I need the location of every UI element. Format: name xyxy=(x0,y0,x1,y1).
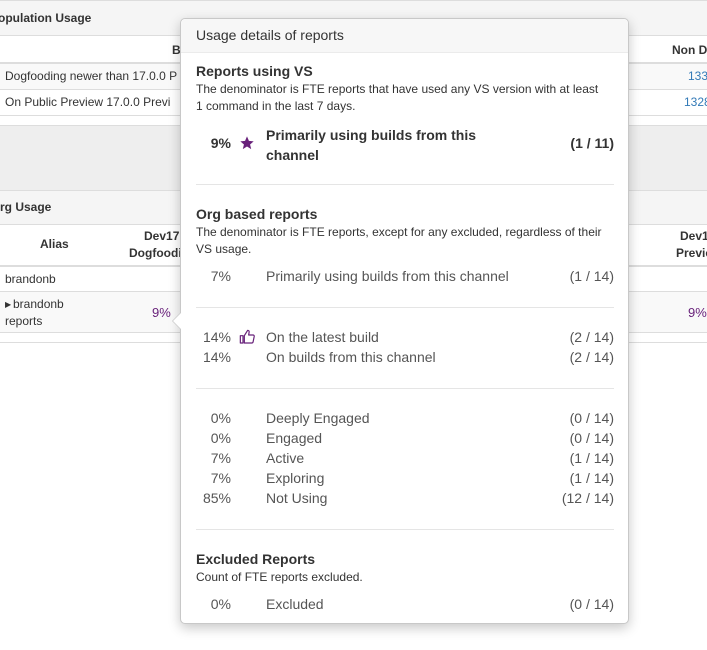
stat-count: (1 / 14) xyxy=(569,470,614,486)
usage-details-popover: Usage details of reports Reports using V… xyxy=(172,18,629,624)
stat-count: (0 / 14) xyxy=(569,596,614,612)
stat-label: On builds from this channel xyxy=(266,349,436,365)
row-value-link[interactable]: 133 xyxy=(688,64,707,89)
stat-label: Not Using xyxy=(266,490,328,506)
section-heading-vs: Reports using VS xyxy=(196,63,313,79)
stat-label: Deeply Engaged xyxy=(266,410,370,426)
stat-label: Exploring xyxy=(266,470,325,486)
stat-label: Active xyxy=(266,450,305,466)
stat-count: (0 / 14) xyxy=(569,430,614,446)
thumbs-up-icon xyxy=(239,329,257,347)
stat-percent: 0% xyxy=(210,596,231,612)
column-header-dev17-preview[interactable]: Dev1 xyxy=(680,229,707,243)
stat-row-excluded: 0% Excluded (0 / 14) xyxy=(196,596,614,616)
stat-percent: 14% xyxy=(202,349,231,365)
stat-row-org: 7% Primarily using builds from this chan… xyxy=(196,268,614,288)
stat-row-latest-build: 14% On the latest build (2 / 14) xyxy=(196,329,614,349)
stat-count: (12 / 14) xyxy=(561,490,614,506)
section-desc-excluded: Count of FTE reports excluded. xyxy=(196,570,363,584)
alias-cell[interactable]: brandonb xyxy=(13,296,64,313)
stat-label: Engaged xyxy=(266,430,323,446)
stat-percent: 7% xyxy=(210,470,231,486)
section-desc-org: The denominator is FTE reports, except f… xyxy=(196,225,602,256)
stat-label: On the latest build xyxy=(266,329,379,345)
section-desc-vs: The denominator is FTE reports that have… xyxy=(196,82,599,113)
expand-caret-icon[interactable]: ▶ xyxy=(5,296,11,313)
stat-percent: 7% xyxy=(210,268,231,284)
column-header-dev17[interactable]: Dev17 xyxy=(144,229,179,243)
stat-row-not-using: 85% Not Using (12 / 14) xyxy=(196,490,614,510)
divider xyxy=(196,388,614,389)
stat-count: (1 / 14) xyxy=(569,268,614,284)
divider xyxy=(196,529,614,530)
stat-count: (2 / 14) xyxy=(569,349,614,365)
stat-row-deeply-engaged: 0% Deeply Engaged (0 / 14) xyxy=(196,410,614,430)
stat-count: (1 / 14) xyxy=(569,450,614,466)
stat-percent: 85% xyxy=(202,490,231,506)
stat-count: (1 / 11) xyxy=(570,135,614,151)
row-value-link[interactable]: 1328 xyxy=(684,90,707,115)
stat-percent: 0% xyxy=(210,430,231,446)
column-header-dev17-preview-sub: Previe xyxy=(676,246,707,260)
stat-count: (2 / 14) xyxy=(569,329,614,345)
stat-label: Excluded xyxy=(266,596,324,612)
alias-cell: brandonb xyxy=(5,272,56,286)
stat-percent: 7% xyxy=(210,450,231,466)
stat-percent: 0% xyxy=(210,410,231,426)
stat-row-engaged: 0% Engaged (0 / 14) xyxy=(196,430,614,450)
row-label: On Public Preview 17.0.0 Previ xyxy=(5,95,171,109)
stat-row-exploring: 7% Exploring (1 / 14) xyxy=(196,470,614,490)
star-icon xyxy=(239,135,257,153)
stat-label-line2: channel xyxy=(266,147,319,163)
column-header-alias[interactable]: Alias xyxy=(40,237,69,251)
stat-label: Primarily using builds from this channel xyxy=(266,125,476,165)
alias-cell-sub: reports xyxy=(5,314,43,328)
popover-title: Usage details of reports xyxy=(181,19,628,53)
stat-label: Primarily using builds from this channel xyxy=(266,268,509,284)
section-heading-org: Org based reports xyxy=(196,206,318,222)
divider xyxy=(196,307,614,308)
stat-percent: 14% xyxy=(202,329,231,345)
stat-count: (0 / 14) xyxy=(569,410,614,426)
column-header-non: Non D xyxy=(672,43,707,57)
section-heading-excluded: Excluded Reports xyxy=(196,551,316,567)
usage-percent-link[interactable]: 9% xyxy=(688,305,707,320)
stat-row-vs: 9% Primarily using builds from this chan… xyxy=(196,125,614,165)
divider xyxy=(196,184,614,185)
stat-row-active: 7% Active (1 / 14) xyxy=(196,450,614,470)
stat-percent: 9% xyxy=(210,135,231,151)
row-label: Dogfooding newer than 17.0.0 P xyxy=(5,69,178,83)
stat-row-channel-builds: 14% On builds from this channel (2 / 14) xyxy=(196,349,614,369)
stat-label-line1: Primarily using builds from this xyxy=(266,127,477,143)
usage-percent-link[interactable]: 9% xyxy=(152,305,171,320)
